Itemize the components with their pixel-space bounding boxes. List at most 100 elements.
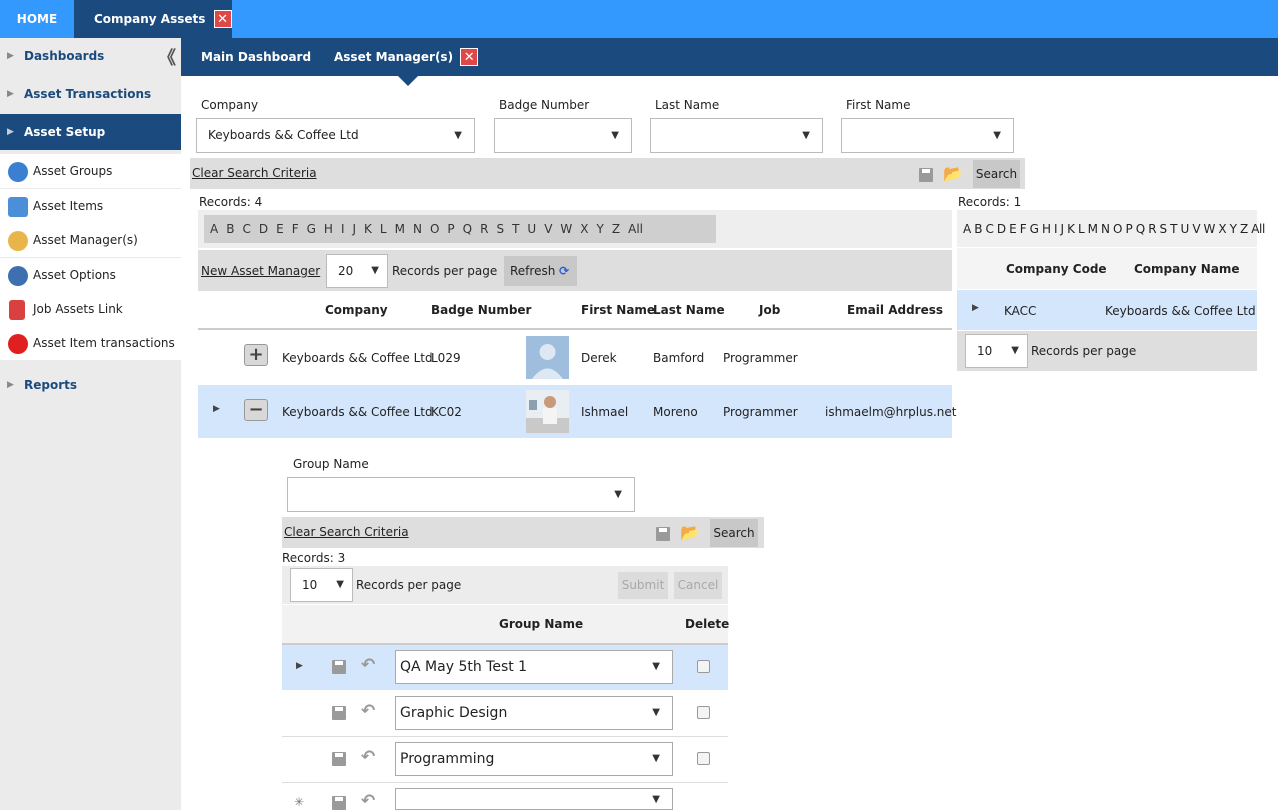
alphabet-letter[interactable]: All [628, 215, 643, 243]
save-icon[interactable] [332, 660, 346, 674]
group-name-dropdown[interactable]: Graphic Design ▼ [395, 696, 673, 730]
alphabet-letter[interactable]: N [413, 215, 422, 243]
column-header-email[interactable]: Email Address [847, 303, 943, 317]
cell-last-name: Bamford [653, 351, 705, 365]
save-icon[interactable] [332, 796, 346, 810]
sidebar-item-asset-item-transactions[interactable]: Asset Item transactions [0, 326, 181, 360]
collapse-row-button[interactable]: − [244, 399, 268, 421]
undo-icon[interactable]: ↶ [361, 747, 375, 767]
last-name-select[interactable]: ▼ [650, 118, 823, 153]
cancel-button[interactable]: Cancel [674, 572, 722, 599]
group-clear-search-link[interactable]: Clear Search Criteria [284, 525, 409, 539]
delete-checkbox[interactable] [697, 660, 710, 673]
sidebar-item-asset-managers[interactable]: Asset Manager(s) [0, 223, 181, 257]
alphabet-letter[interactable]: S [496, 215, 504, 243]
alphabet-letter[interactable]: M [395, 215, 405, 243]
group-name-dropdown[interactable]: Programming ▼ [395, 742, 673, 776]
group-page-size-select[interactable]: 10 ▼ [290, 568, 353, 602]
alphabet-letter[interactable]: U [527, 215, 536, 243]
column-header-company-code[interactable]: Company Code [1006, 262, 1107, 276]
alphabet-letter[interactable]: T [512, 215, 519, 243]
submit-button[interactable]: Submit [618, 572, 668, 599]
alphabet-letter[interactable]: E [276, 215, 284, 243]
sidebar-item-job-assets-link[interactable]: Job Assets Link [0, 292, 181, 326]
close-icon[interactable]: ✕ [460, 48, 479, 66]
group-name-dropdown[interactable]: QA May 5th Test 1 ▼ [395, 650, 673, 684]
delete-checkbox[interactable] [697, 706, 710, 719]
column-header-group-name[interactable]: Group Name [499, 617, 583, 631]
search-button[interactable]: Search [973, 160, 1020, 188]
refresh-button[interactable]: Refresh ⟳ [504, 256, 577, 286]
alphabet-letter[interactable]: V [544, 215, 552, 243]
tab-main-dashboard[interactable]: Main Dashboard [201, 38, 311, 76]
group-search-button[interactable]: Search [710, 519, 758, 547]
column-header-delete[interactable]: Delete [685, 617, 729, 631]
new-asset-manager-link[interactable]: New Asset Manager [201, 264, 320, 278]
sidebar-item-asset-setup[interactable]: ▶ Asset Setup [0, 114, 181, 150]
save-icon[interactable] [332, 752, 346, 766]
alphabet-letter[interactable]: B [226, 215, 234, 243]
delete-checkbox[interactable] [697, 752, 710, 765]
sidebar-item-asset-items[interactable]: Asset Items [0, 189, 181, 223]
sidebar-item-dashboards[interactable]: ▶ Dashboards [0, 38, 181, 74]
tab-home[interactable]: HOME [0, 0, 74, 38]
company-select[interactable]: Keyboards && Coffee Ltd ▼ [196, 118, 475, 153]
save-icon[interactable] [919, 168, 933, 182]
alphabet-letter[interactable]: O [430, 215, 439, 243]
expand-arrow-icon: ▶ [7, 51, 14, 61]
save-icon[interactable] [656, 527, 670, 541]
alphabet-letter[interactable]: R [480, 215, 488, 243]
alphabet-letter[interactable]: H [324, 215, 333, 243]
chevron-down-icon: ▼ [371, 265, 379, 276]
chevron-down-icon: ▼ [1011, 345, 1019, 356]
sidebar-item-asset-groups[interactable]: Asset Groups [0, 154, 181, 188]
company-page-size-select[interactable]: 10 ▼ [965, 334, 1028, 368]
alphabet-letter[interactable]: G [307, 215, 316, 243]
alphabet-letter[interactable]: A [210, 215, 218, 243]
chevron-down-icon: ▼ [454, 130, 462, 141]
clear-search-link[interactable]: Clear Search Criteria [192, 166, 317, 180]
sidebar-item-reports[interactable]: ▶ Reports [0, 367, 181, 403]
first-name-select[interactable]: ▼ [841, 118, 1014, 153]
sidebar-item-asset-transactions[interactable]: ▶ Asset Transactions [0, 76, 181, 112]
save-icon[interactable] [332, 706, 346, 720]
undo-icon[interactable]: ↶ [361, 791, 375, 811]
group-name-select[interactable]: ▼ [287, 477, 635, 512]
collapse-sidebar-icon[interactable]: 《 [158, 44, 176, 70]
column-header-company[interactable]: Company [325, 303, 388, 317]
alphabet-letter[interactable]: P [447, 215, 454, 243]
alphabet-letter[interactable]: L [380, 215, 387, 243]
alphabet-letter[interactable]: D [259, 215, 268, 243]
alphabet-letter[interactable]: I [341, 215, 345, 243]
undo-icon[interactable]: ↶ [361, 655, 375, 675]
alphabet-letter[interactable]: J [352, 215, 356, 243]
chevron-down-icon: ▼ [652, 794, 660, 805]
alphabet-letter[interactable]: Q [463, 215, 472, 243]
expand-row-button[interactable]: + [244, 344, 268, 366]
tab-company-assets[interactable]: Company Assets ✕ [74, 0, 232, 38]
column-header-badge-number[interactable]: Badge Number [431, 303, 531, 317]
column-header-first-name[interactable]: First Name [581, 303, 655, 317]
alphabet-letter[interactable]: C [242, 215, 250, 243]
page-size-select[interactable]: 20 ▼ [326, 254, 388, 288]
alphabet-filter[interactable]: A B C D E F G H I J K L M N O P Q R S T U V W X Y Z All [204, 215, 716, 243]
sidebar-item-asset-options[interactable]: Asset Options [0, 258, 181, 292]
alphabet-letter[interactable]: Z [612, 215, 620, 243]
alphabet-letter[interactable]: Y [597, 215, 604, 243]
company-alphabet-filter[interactable]: A B C D E F G H I J K L M N O P Q R S T … [963, 222, 1265, 236]
tab-asset-managers[interactable]: Asset Manager(s) ✕ [334, 38, 479, 76]
folder-open-icon[interactable]: 📂 [943, 164, 963, 183]
folder-open-icon[interactable]: 📂 [680, 523, 700, 542]
column-header-job[interactable]: Job [759, 303, 780, 317]
column-header-last-name[interactable]: Last Name [653, 303, 725, 317]
badge-number-select[interactable]: ▼ [494, 118, 632, 153]
alphabet-letter[interactable]: F [292, 215, 299, 243]
alphabet-letter[interactable]: W [560, 215, 572, 243]
group-name-dropdown[interactable]: ▼ [395, 788, 673, 810]
close-icon[interactable]: ✕ [213, 10, 232, 28]
undo-icon[interactable]: ↶ [361, 701, 375, 721]
chevron-down-icon: ▼ [336, 579, 344, 590]
alphabet-letter[interactable]: X [580, 215, 588, 243]
column-header-company-name[interactable]: Company Name [1134, 262, 1240, 276]
alphabet-letter[interactable]: K [364, 215, 372, 243]
